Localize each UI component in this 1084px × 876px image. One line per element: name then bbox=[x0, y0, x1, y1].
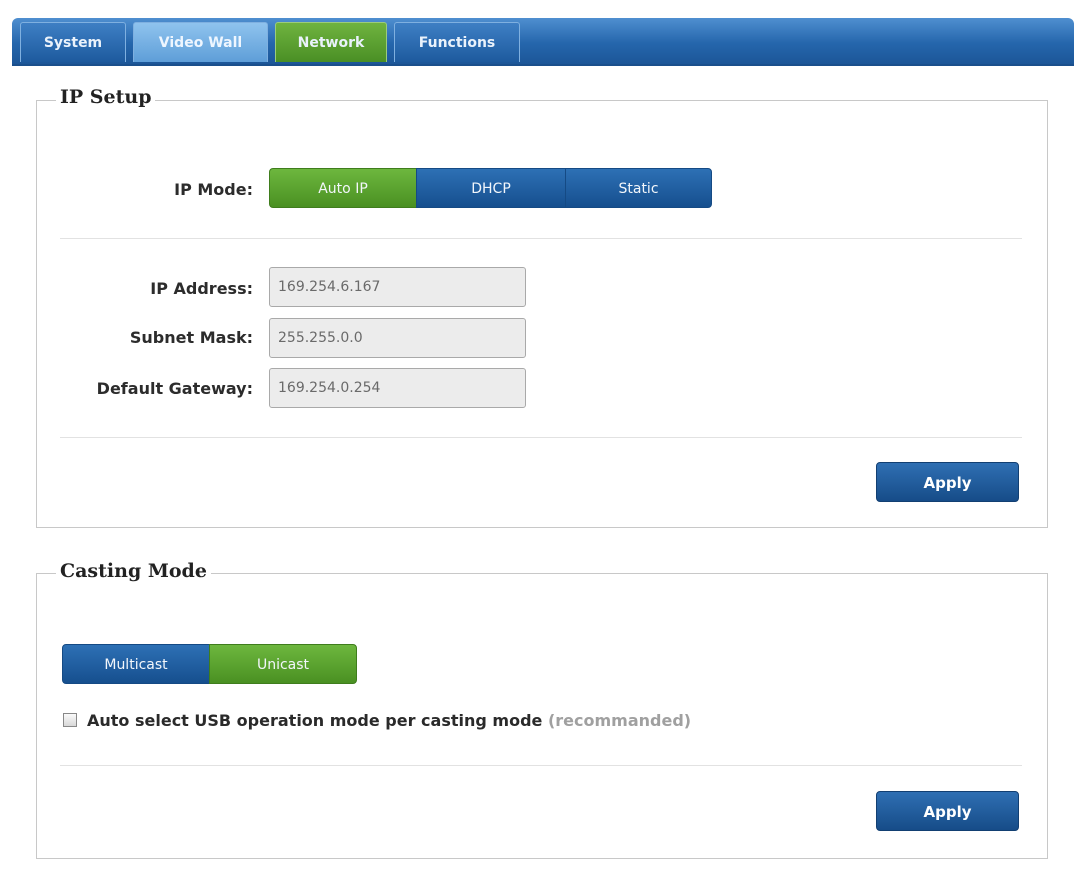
ip-mode-static-button[interactable]: Static bbox=[565, 168, 712, 208]
casting-unicast-button[interactable]: Unicast bbox=[209, 644, 357, 684]
ip-setup-divider-bottom bbox=[60, 437, 1022, 438]
ip-mode-auto-ip-button[interactable]: Auto IP bbox=[269, 168, 417, 208]
auto-usb-recommended-note: (recommanded) bbox=[547, 711, 692, 730]
default-gateway-label: Default Gateway: bbox=[96, 379, 253, 398]
tab-functions[interactable]: Functions bbox=[394, 22, 520, 62]
subnet-mask-label: Subnet Mask: bbox=[129, 328, 253, 347]
casting-mode-apply-button[interactable]: Apply bbox=[876, 791, 1019, 831]
ip-address-label: IP Address: bbox=[150, 279, 253, 298]
tab-bar: System Video Wall Network Functions bbox=[12, 18, 1074, 66]
ip-setup-title: IP Setup bbox=[56, 86, 156, 108]
default-gateway-field[interactable] bbox=[269, 368, 526, 408]
casting-mode-divider bbox=[60, 765, 1022, 766]
auto-usb-checkbox[interactable] bbox=[63, 713, 77, 727]
casting-multicast-button[interactable]: Multicast bbox=[62, 644, 210, 684]
auto-usb-label[interactable]: Auto select USB operation mode per casti… bbox=[87, 711, 691, 730]
ip-address-field[interactable] bbox=[269, 267, 526, 307]
tab-network[interactable]: Network bbox=[275, 22, 387, 62]
ip-setup-apply-button[interactable]: Apply bbox=[876, 462, 1019, 502]
subnet-mask-field[interactable] bbox=[269, 318, 526, 358]
tab-system[interactable]: System bbox=[20, 22, 126, 62]
ip-setup-divider-top bbox=[60, 238, 1022, 239]
casting-mode-title: Casting Mode bbox=[56, 560, 211, 582]
auto-usb-label-text: Auto select USB operation mode per casti… bbox=[87, 711, 543, 730]
tab-video-wall[interactable]: Video Wall bbox=[133, 22, 268, 62]
ip-mode-dhcp-button[interactable]: DHCP bbox=[416, 168, 566, 208]
ip-mode-label: IP Mode: bbox=[174, 180, 253, 199]
